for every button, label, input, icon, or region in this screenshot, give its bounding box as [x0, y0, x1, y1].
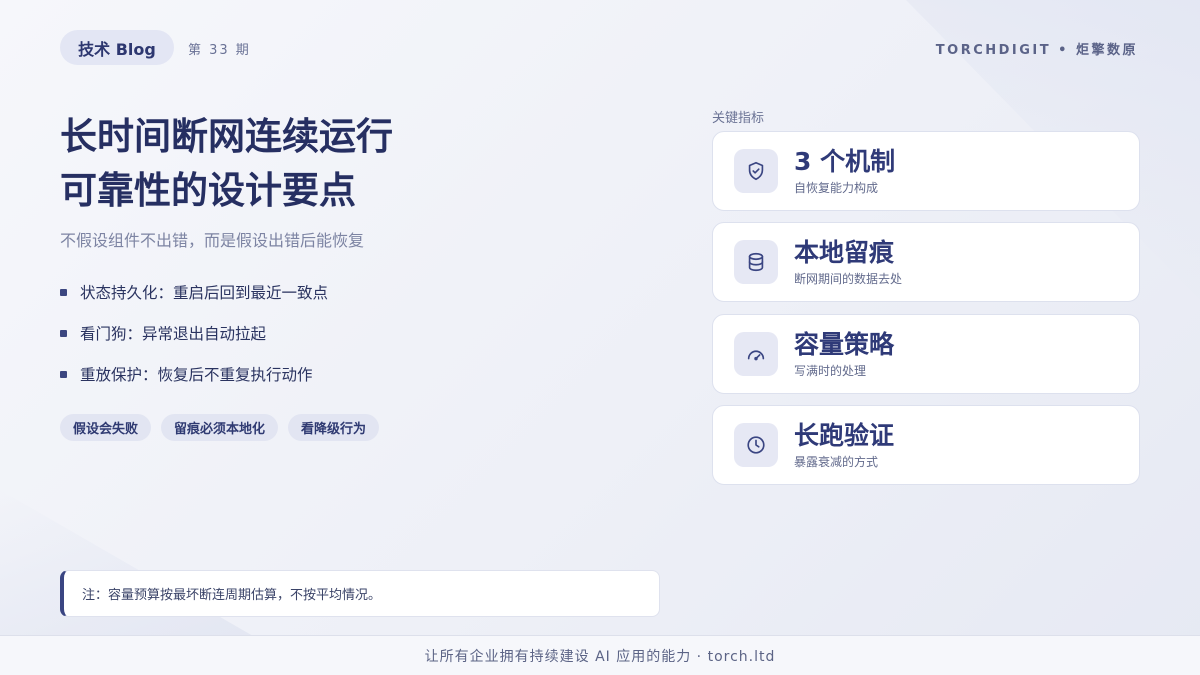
- list-item: 状态持久化：重启后回到最近一致点: [60, 280, 328, 304]
- footnote: 注：容量预算按最坏断连周期估算，不按平均情况。: [60, 570, 660, 617]
- chip: 看降级行为: [288, 414, 380, 441]
- metrics-label: 关键指标: [712, 111, 765, 126]
- chip: 留痕必须本地化: [161, 414, 279, 441]
- list-item: 看门狗：异常退出自动拉起: [60, 321, 328, 345]
- page-title: 长时间断网连续运行 可靠性的设计要点: [60, 110, 620, 218]
- metric-headline: 3 个机制: [794, 146, 896, 176]
- blog-tag: 技术 Blog: [60, 30, 174, 65]
- gauge-icon: [734, 332, 778, 376]
- metric-headline: 本地留痕: [794, 237, 895, 267]
- bullet-icon: [60, 329, 67, 337]
- metric-headline: 容量策略: [794, 329, 895, 359]
- metric-caption: 自恢复能力构成: [794, 180, 879, 195]
- title-line: 可靠性的设计要点: [60, 169, 356, 212]
- metric-card: 长跑验证 暴露衰减的方式: [712, 405, 1140, 485]
- shield-check-icon: [734, 149, 778, 193]
- bullet-text: 看门狗：异常退出自动拉起: [80, 325, 267, 343]
- bullet-icon: [60, 288, 67, 296]
- chip: 假设会失败: [60, 414, 152, 441]
- metric-card: 3 个机制 自恢复能力构成: [712, 131, 1140, 211]
- metric-headline: 长跑验证: [794, 420, 895, 450]
- bullet-text: 状态持久化：重启后回到最近一致点: [80, 284, 329, 302]
- metric-card: 本地留痕 断网期间的数据去处: [712, 222, 1140, 302]
- metric-card: 容量策略 写满时的处理: [712, 314, 1140, 394]
- metric-caption: 暴露衰减的方式: [794, 454, 879, 469]
- tag-chips: 假设会失败 留痕必须本地化 看降级行为: [60, 414, 380, 441]
- subtitle: 不假设组件不出错，而是假设出错后能恢复: [60, 231, 365, 250]
- metric-caption: 断网期间的数据去处: [794, 271, 903, 286]
- bullet-text: 重放保护：恢复后不重复执行动作: [80, 366, 313, 384]
- clock-icon: [734, 423, 778, 467]
- bullet-list: 状态持久化：重启后回到最近一致点 看门狗：异常退出自动拉起 重放保护：恢复后不重…: [60, 280, 328, 403]
- database-icon: [734, 240, 778, 284]
- brand-name: TORCHDIGIT • 炬擎数原: [935, 43, 1138, 58]
- metric-caption: 写满时的处理: [794, 363, 867, 378]
- footer-tagline: 让所有企业拥有持续建设 AI 应用的能力 · torch.ltd: [0, 635, 1200, 675]
- issue-number: 第 33 期: [188, 43, 251, 58]
- background-shape: [0, 490, 260, 640]
- title-line: 长时间断网连续运行: [60, 115, 393, 158]
- list-item: 重放保护：恢复后不重复执行动作: [60, 362, 328, 386]
- bullet-icon: [60, 370, 67, 378]
